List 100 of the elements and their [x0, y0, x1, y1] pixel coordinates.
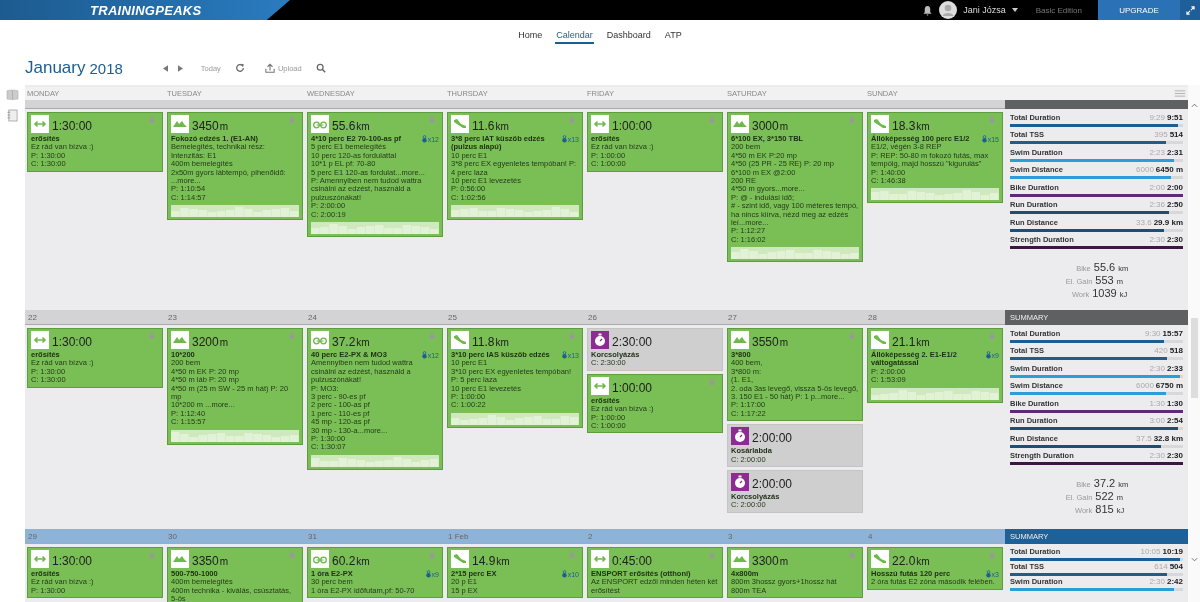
nav-tab[interactable]: ATP — [663, 27, 683, 44]
shoe-icon — [451, 331, 469, 349]
kettlebell-icon — [425, 570, 431, 578]
workout-value: 1:00:00 — [612, 381, 653, 395]
scroll-thumb[interactable] — [1190, 318, 1198, 398]
metric-value: 522 — [1095, 490, 1114, 502]
bike-icon — [311, 550, 329, 568]
planned-value: 6000 — [1136, 381, 1154, 391]
completed-value: 2:50 — [1167, 200, 1183, 210]
date-header: 4 — [865, 529, 1005, 544]
upgrade-button[interactable]: UPGRADE — [1098, 0, 1180, 20]
workout-value: 3000m — [752, 120, 789, 133]
next-icon[interactable] — [177, 64, 183, 72]
planned-value: 2:36 — [1149, 200, 1165, 210]
workout-value: 22.0km — [892, 555, 930, 568]
planned-value: 2:30 — [1149, 576, 1165, 586]
previous-icon[interactable] — [162, 64, 168, 72]
date-header: 30 — [165, 529, 305, 544]
kettlebell-icon — [985, 570, 991, 578]
metric-value: 553 — [1095, 274, 1114, 286]
completed-value: 29.9 km — [1153, 217, 1183, 227]
workout-value: 2:00:00 — [752, 478, 793, 492]
completed-value: 518 — [1169, 346, 1183, 356]
workout-value: 37.2km — [332, 336, 370, 349]
workout-value: 14.9km — [472, 555, 510, 568]
arrows-icon — [591, 376, 609, 395]
arrows-icon — [31, 115, 49, 133]
expand-button[interactable] — [1180, 0, 1200, 20]
avatar-icon[interactable] — [939, 1, 958, 19]
date-header: 24 — [305, 310, 445, 325]
shoe-icon — [451, 115, 469, 133]
completed-value: 10:19 — [1162, 546, 1183, 556]
kettlebell-icon — [421, 135, 427, 143]
completed-value: 514 — [1169, 130, 1183, 140]
date-header: 2 — [585, 529, 725, 544]
caret-icon[interactable] — [1011, 8, 1018, 12]
workout-value: 1:30:00 — [52, 555, 93, 568]
date-header: 3 — [725, 529, 865, 544]
scroll-up-icon[interactable] — [1190, 103, 1198, 108]
workout-card[interactable] — [727, 112, 863, 263]
nav-tab[interactable]: Calendar — [555, 27, 594, 44]
arrows-icon — [31, 331, 49, 349]
planned-value: 2:00 — [1149, 182, 1165, 192]
completed-value: 2:33 — [1167, 363, 1183, 373]
nav-tab[interactable]: Dashboard — [605, 27, 652, 44]
shoe-icon — [871, 550, 889, 568]
year-title: 2018 — [89, 59, 123, 77]
date-header: 26 — [585, 310, 725, 325]
completed-value: 1:30 — [1167, 398, 1183, 408]
bike-icon — [311, 331, 329, 349]
planned-value: 6000 — [1136, 165, 1154, 175]
planned-value: 2:30 — [1149, 235, 1165, 245]
swimmer-icon — [731, 115, 749, 133]
completed-value: 504 — [1169, 561, 1183, 571]
date-header: 31 — [305, 529, 445, 544]
workout-card[interactable] — [307, 112, 443, 238]
workout-value: 3350m — [192, 555, 229, 568]
logo[interactable]: TRAININGPEAKS — [0, 0, 290, 20]
completed-value: 2:31 — [1167, 147, 1183, 157]
swimmer-icon — [731, 550, 749, 568]
nav-tab[interactable]: Home — [517, 27, 544, 44]
workout-value: 1:30:00 — [52, 120, 93, 133]
workout-value: 18.3km — [892, 120, 930, 133]
workout-value: 1:00:00 — [612, 120, 653, 133]
search-icon[interactable] — [315, 63, 326, 73]
arrows-icon — [591, 115, 609, 133]
workout-value: 11.8km — [472, 336, 509, 349]
kettlebell-icon — [561, 570, 567, 578]
workout-card[interactable] — [307, 328, 443, 470]
date-header: 1 Feb — [445, 529, 585, 544]
completed-value: 2:30 — [1167, 451, 1183, 461]
swimmer-icon — [731, 331, 749, 349]
workout-value: 11.6km — [472, 120, 509, 133]
scroll-down-icon[interactable] — [1190, 557, 1198, 562]
arrows-icon — [31, 550, 49, 568]
bell-icon[interactable] — [922, 4, 934, 16]
workout-value: 2:30:00 — [612, 336, 653, 349]
completed-value: 2:54 — [1167, 416, 1183, 426]
upload-icon[interactable] — [264, 63, 275, 73]
planned-value: 2:23 — [1149, 147, 1165, 157]
date-header: 25 — [445, 310, 585, 325]
kettlebell-icon — [421, 351, 427, 359]
metric-value: 1039 — [1092, 287, 1117, 299]
scrollbar[interactable] — [1188, 85, 1200, 602]
workout-value: 3550m — [752, 336, 789, 349]
date-header: 29 — [25, 529, 165, 544]
user-name[interactable]: Jani Józsa — [963, 5, 1006, 15]
completed-value: 2:00 — [1167, 182, 1183, 192]
shoe-icon — [451, 550, 469, 568]
workout-value: 2:00:00 — [752, 432, 793, 446]
refresh-icon[interactable] — [234, 63, 245, 73]
arrows-icon — [591, 550, 609, 568]
expand-icon[interactable] — [1185, 5, 1195, 15]
date-header: 23 — [165, 310, 305, 325]
workout-value: 3200m — [192, 336, 229, 349]
kettlebell-icon — [561, 351, 567, 359]
completed-value: 32.8 km — [1153, 433, 1183, 443]
planned-value: 10:05 — [1140, 546, 1161, 556]
workout-value: 3300m — [752, 555, 789, 568]
completed-value: 6750 m — [1155, 381, 1183, 391]
